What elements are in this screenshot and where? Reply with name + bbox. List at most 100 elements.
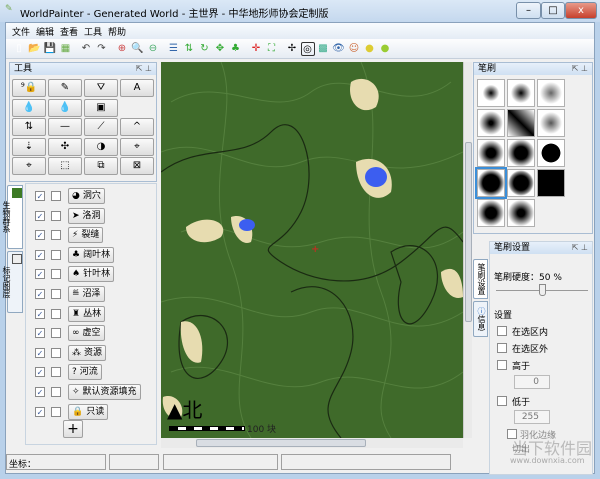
tool-button-0[interactable]: ⁹🔒	[12, 79, 46, 97]
zoom-reset-icon[interactable]: 🔍	[131, 42, 145, 56]
brush-option[interactable]	[507, 199, 535, 227]
undo-icon[interactable]: ↶	[79, 42, 93, 56]
zoom-in-icon[interactable]: ⊕	[115, 42, 129, 56]
eye-icon[interactable]: 👁	[332, 42, 346, 56]
outside-selection-checkbox[interactable]	[497, 343, 507, 353]
tool-button-3[interactable]: A	[120, 79, 154, 97]
tool-button-1[interactable]: ✎	[48, 79, 82, 97]
tab-biomes[interactable]: 生物群系	[2, 185, 23, 249]
layer-solo-checkbox[interactable]	[51, 406, 61, 417]
layer-visible-checkbox[interactable]: ✓	[35, 249, 45, 260]
layer-solo-checkbox[interactable]	[51, 347, 61, 358]
above-spinner[interactable]: 0	[514, 375, 550, 389]
fit-icon[interactable]: ⛶	[265, 42, 279, 56]
layer-solo-checkbox[interactable]	[51, 387, 61, 397]
layer-visible-checkbox[interactable]: ✓	[35, 347, 45, 358]
redo-icon[interactable]: ↷	[95, 42, 109, 56]
biome-icon[interactable]: ♣	[229, 42, 243, 56]
brush-option[interactable]	[537, 109, 565, 137]
tool-button-6[interactable]: ▣	[84, 98, 118, 117]
pin-icon[interactable]: ⇱ ⊥	[572, 242, 588, 254]
tool-button-9[interactable]: ⟋	[84, 118, 118, 136]
brush-option[interactable]	[475, 167, 507, 199]
layer-visible-checkbox[interactable]: ✓	[35, 387, 45, 397]
tool-button-7[interactable]: ⇅	[12, 118, 46, 136]
scroll-thumb[interactable]	[465, 142, 472, 322]
pin-icon[interactable]: ⇱ ⊥	[572, 63, 588, 75]
tool-button-14[interactable]: ⌖	[120, 137, 154, 156]
move-icon[interactable]: ✥	[213, 42, 227, 56]
menu-item-0[interactable]: 文件	[12, 25, 30, 38]
below-spinner[interactable]: 255	[514, 410, 550, 424]
brush-option[interactable]	[507, 169, 535, 197]
layer-solo-checkbox[interactable]	[51, 230, 61, 241]
layer-solo-checkbox[interactable]	[51, 308, 61, 319]
tool-button-5[interactable]: 💧	[48, 98, 82, 117]
menu-item-1[interactable]: 编辑	[36, 25, 54, 38]
layer-button[interactable]: ♜ 丛林	[68, 305, 106, 322]
maximize-button[interactable]: □	[541, 2, 565, 19]
tab-brush-settings[interactable]: 笔刷设置	[473, 259, 488, 299]
grid-icon[interactable]: ☰	[167, 42, 181, 56]
hardness-slider-thumb[interactable]	[538, 284, 546, 296]
rotate-icon[interactable]: ↻	[198, 42, 212, 56]
center-icon[interactable]: ✛	[249, 42, 263, 56]
layer-button[interactable]: ♣ 阔叶林	[68, 246, 115, 263]
contours-icon[interactable]: ⇅	[182, 42, 196, 56]
brush-option[interactable]	[477, 139, 505, 167]
layer-solo-checkbox[interactable]	[51, 249, 61, 260]
vertical-scrollbar[interactable]	[463, 62, 472, 438]
new-icon[interactable]: ▯	[12, 42, 26, 56]
tool-button-10[interactable]: ^	[120, 118, 154, 136]
brush-option[interactable]	[477, 199, 505, 227]
layer-button[interactable]: ✧ 默认资源填充	[68, 384, 141, 400]
layer-solo-checkbox[interactable]	[51, 191, 61, 201]
brush-option[interactable]	[507, 109, 535, 137]
layer-visible-checkbox[interactable]: ✓	[35, 230, 45, 241]
layer-button[interactable]: ◕ 洞穴	[68, 188, 105, 204]
layer-visible-checkbox[interactable]: ✓	[35, 191, 45, 201]
tool-button-11[interactable]: ⇣	[12, 137, 46, 156]
tab-markers[interactable]: 标记图层	[2, 251, 23, 313]
layer-button[interactable]: ⚡ 裂缝	[68, 227, 104, 244]
tool-button-15[interactable]: ⌖	[12, 157, 46, 175]
layer-solo-checkbox[interactable]	[51, 269, 61, 280]
layer-visible-checkbox[interactable]: ✓	[35, 328, 45, 339]
brush-option[interactable]	[537, 139, 565, 167]
image-icon[interactable]: ▩	[316, 42, 330, 56]
terrain-map[interactable]: +	[161, 62, 463, 438]
layer-button[interactable]: ♠ 针叶林	[68, 266, 115, 283]
layer-button[interactable]: 🔒 只读	[68, 403, 109, 420]
inside-selection-checkbox[interactable]	[497, 326, 507, 336]
layer-button[interactable]: ➤ 洛洞	[68, 207, 105, 224]
brush-option[interactable]	[477, 109, 505, 137]
brush-option[interactable]	[507, 139, 535, 167]
menu-item-2[interactable]: 查看	[60, 25, 78, 38]
layer-button[interactable]: ? 河流	[68, 364, 102, 381]
tool-button-16[interactable]: ⬚	[48, 157, 82, 175]
layer-visible-checkbox[interactable]: ✓	[35, 269, 45, 280]
tool-button-8[interactable]: —	[48, 118, 82, 136]
add-layer-button[interactable]: +	[63, 420, 83, 438]
zoom-out-icon[interactable]: ⊖	[146, 42, 160, 56]
map-canvas[interactable]: + ▲北 100 块	[161, 62, 463, 438]
crosshair-icon[interactable]: ✢	[285, 42, 299, 56]
tool-button-17[interactable]: ⧉	[84, 157, 118, 175]
layer-visible-checkbox[interactable]: ✓	[35, 367, 45, 378]
layer-visible-checkbox[interactable]: ✓	[35, 289, 45, 299]
light-icon[interactable]: ●	[363, 42, 377, 56]
export-icon[interactable]: ▦	[59, 42, 73, 56]
menu-item-3[interactable]: 工具	[84, 25, 102, 38]
pin-icon[interactable]: ⇱ ⊥	[136, 63, 152, 75]
target-icon[interactable]: ◎	[300, 42, 315, 56]
scroll-thumb[interactable]	[196, 439, 366, 447]
close-button[interactable]: x	[565, 2, 597, 19]
tool-button-2[interactable]: ⛛	[84, 79, 118, 97]
tool-button-12[interactable]: ✣	[48, 137, 82, 156]
horizontal-scrollbar[interactable]	[161, 438, 463, 448]
layer-visible-checkbox[interactable]: ✓	[35, 308, 45, 319]
layer-visible-checkbox[interactable]: ✓	[35, 210, 45, 221]
open-icon[interactable]: 📂	[28, 42, 42, 56]
light2-icon[interactable]: ●	[378, 42, 392, 56]
layer-button[interactable]: ⁂ 资源	[68, 344, 107, 361]
